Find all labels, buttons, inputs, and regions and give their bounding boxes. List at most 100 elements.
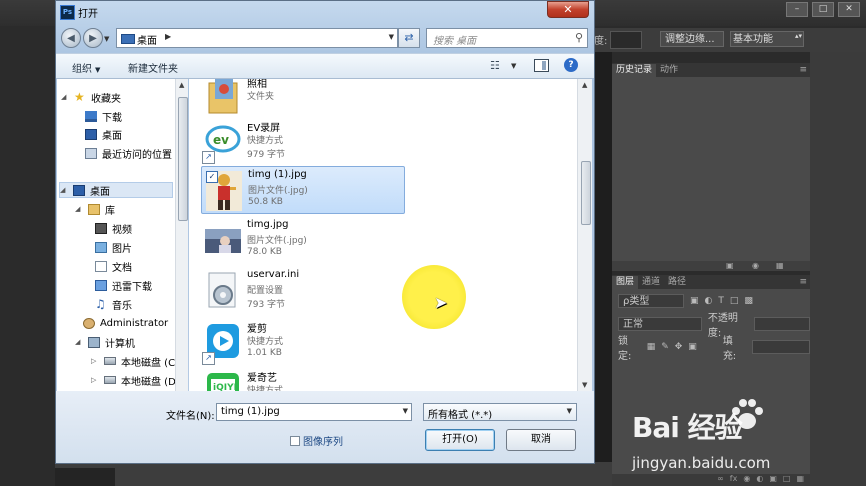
nav-item-disk-c[interactable]: ▷ 本地磁盘 (C:): [91, 353, 182, 369]
scrollbar-thumb[interactable]: [178, 97, 188, 221]
preview-pane-icon[interactable]: [534, 59, 549, 72]
pixel-filter-icon[interactable]: ▣: [690, 296, 699, 306]
chevron-down-icon[interactable]: ▼: [511, 62, 516, 70]
collapse-icon[interactable]: ◢: [75, 338, 83, 346]
shortcut-arrow-icon: ↗: [202, 352, 215, 365]
forward-button[interactable]: ▶: [83, 28, 103, 48]
panel-menu-icon[interactable]: ≡: [799, 276, 810, 289]
organize-label: 组织: [72, 64, 92, 75]
refresh-button[interactable]: ⇄: [398, 28, 420, 48]
nav-item-desktop-root[interactable]: ◢ 桌面: [59, 182, 173, 198]
file-size: 979 字节: [247, 150, 286, 160]
view-options-icon[interactable]: ☷: [490, 59, 500, 72]
open-button[interactable]: 打开(O): [425, 429, 495, 451]
maximize-icon[interactable]: □: [812, 2, 834, 17]
chevron-down-icon[interactable]: ▼: [389, 33, 394, 41]
tab-channels[interactable]: 通道: [638, 276, 664, 289]
nav-item-administrator[interactable]: Administrator: [83, 315, 168, 331]
lock-brush-icon[interactable]: ✎: [661, 342, 669, 352]
scroll-down-icon[interactable]: ▼: [582, 381, 587, 389]
image-sequence-checkbox[interactable]: 图像序列: [290, 433, 343, 448]
scroll-up-icon[interactable]: ▲: [582, 81, 587, 89]
nav-label: 音乐: [112, 300, 132, 312]
nav-item-recent-places[interactable]: 最近访问的位置: [85, 145, 172, 161]
trash-icon[interactable]: ▦: [776, 261, 784, 270]
refine-edge-button[interactable]: 调整边缘...: [660, 31, 724, 47]
back-button[interactable]: ◀: [61, 28, 81, 48]
filename-input[interactable]: timg (1).jpg ▼: [216, 403, 412, 421]
checkbox-box[interactable]: [290, 435, 300, 446]
dialog-close-button[interactable]: ✕: [547, 1, 589, 18]
search-input[interactable]: 搜索 桌面 ⚲: [426, 28, 588, 48]
type-filter-icon[interactable]: T: [718, 296, 724, 306]
tab-layers[interactable]: 图层: [612, 276, 639, 289]
opacity-field[interactable]: [753, 317, 810, 331]
nav-label: 本地磁盘 (C:): [121, 357, 183, 369]
library-icon: [88, 203, 100, 215]
file-type: 快捷方式: [247, 337, 284, 347]
panel-menu-icon[interactable]: ≡: [799, 64, 810, 77]
nav-item-pictures[interactable]: 图片: [95, 239, 132, 255]
collapse-icon[interactable]: ◢: [75, 205, 83, 213]
nav-item-desktop[interactable]: 桌面: [85, 126, 122, 142]
nav-item-computer[interactable]: ◢ 计算机: [75, 334, 135, 350]
tab-paths[interactable]: 路径: [664, 276, 690, 289]
scroll-up-icon[interactable]: ▲: [179, 81, 184, 89]
nav-item-libraries[interactable]: ◢ 库: [75, 201, 115, 217]
blend-mode-select[interactable]: 正常: [618, 317, 702, 331]
help-icon[interactable]: ?: [564, 58, 578, 72]
nav-item-favorites[interactable]: ◢ ★ 收藏夹: [61, 89, 121, 105]
file-item-timg-jpg[interactable]: timg.jpg 图片文件(.jpg) 78.0 KB: [201, 217, 405, 265]
search-icon[interactable]: ⚲: [575, 31, 583, 44]
tab-history[interactable]: 历史记录: [612, 64, 657, 77]
workspace-select[interactable]: 基本功能: [730, 31, 804, 47]
scrollbar-thumb[interactable]: [581, 161, 591, 225]
options-value-field[interactable]: [610, 31, 642, 49]
file-item-timg-1-jpg[interactable]: ✓ timg (1).jpg 图片文件(.jpg) 50.8 KB: [201, 166, 405, 214]
file-item-uservar-ini[interactable]: uservar.ini 配置设置 793 字节: [201, 267, 405, 315]
nav-item-downloads[interactable]: 下载: [85, 108, 122, 124]
expand-icon[interactable]: ▷: [91, 357, 99, 365]
filename-value[interactable]: timg (1).jpg: [221, 406, 280, 417]
chevron-right-icon[interactable]: ▶: [165, 32, 171, 41]
chevron-down-icon[interactable]: ▼: [403, 407, 408, 415]
layer-kind-filter[interactable]: ρ类型: [618, 294, 684, 308]
fill-field[interactable]: [751, 340, 811, 354]
recent-locations-dropdown-icon[interactable]: ▼: [104, 35, 109, 43]
nav-item-documents[interactable]: 文档: [95, 258, 132, 274]
music-icon: ♫: [95, 296, 106, 311]
minimize-icon[interactable]: –: [786, 2, 808, 17]
file-item-ev-recorder[interactable]: ev ↗ EV录屏 快捷方式 979 字节: [201, 117, 405, 165]
organize-menu[interactable]: 组织 ▼: [72, 60, 100, 75]
file-type-filter-select[interactable]: 所有格式 (*.*) ▼: [423, 403, 577, 421]
lock-transparent-icon[interactable]: ▦: [647, 342, 656, 352]
adjustment-filter-icon[interactable]: ◐: [705, 296, 713, 306]
file-item-iqiyi[interactable]: iQIYI 爱奇艺 快捷方式: [201, 367, 405, 391]
file-item-aijian[interactable]: ↗ 爱剪 快捷方式 1.01 KB: [201, 318, 405, 366]
lock-all-icon[interactable]: ▣: [688, 342, 697, 352]
new-folder-button[interactable]: 新建文件夹: [128, 60, 178, 75]
expand-icon[interactable]: ▷: [91, 376, 99, 384]
item-checkbox[interactable]: ✓: [206, 171, 218, 183]
navigation-pane-scrollbar[interactable]: ▲: [175, 79, 188, 391]
nav-item-videos[interactable]: 视频: [95, 220, 132, 236]
nav-item-thunder-downloads[interactable]: 迅雷下载: [95, 277, 152, 293]
collapse-icon[interactable]: ◢: [60, 186, 68, 194]
file-list-scrollbar[interactable]: ▲ ▼: [577, 79, 592, 391]
nav-item-disk-d[interactable]: ▷ 本地磁盘 (D:): [91, 372, 183, 388]
address-location[interactable]: 桌面: [137, 32, 157, 47]
camera-icon[interactable]: ◉: [752, 261, 759, 270]
tab-actions[interactable]: 动作: [656, 64, 682, 77]
cancel-button[interactable]: 取消: [506, 429, 576, 451]
close-icon[interactable]: ✕: [838, 2, 860, 17]
lock-move-icon[interactable]: ✥: [675, 342, 683, 352]
chevron-down-icon[interactable]: ▼: [567, 407, 572, 415]
shape-filter-icon[interactable]: □: [730, 296, 739, 306]
collapse-icon[interactable]: ◢: [61, 93, 69, 101]
address-bar[interactable]: 桌面 ▶ ▼: [116, 28, 398, 48]
new-document-icon[interactable]: ▣: [726, 261, 734, 270]
nav-item-music[interactable]: ♫ 音乐: [95, 296, 132, 312]
file-item-folder-photos[interactable]: 照相 文件夹: [201, 79, 405, 121]
navigation-row: ◀ ▶ ▼ 桌面 ▶ ▼ ⇄ 搜索 桌面 ⚲: [56, 23, 594, 53]
smart-object-filter-icon[interactable]: ▩: [744, 296, 753, 306]
